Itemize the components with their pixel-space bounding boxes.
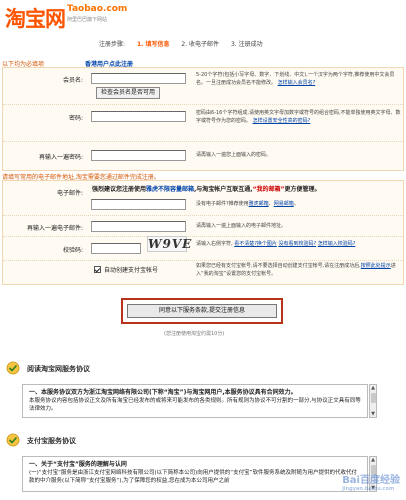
captcha-help-link[interactable]: 怎样输入校验码?	[318, 241, 356, 247]
email-block: 电子邮件: 没有电子邮件?推荐使用雅虎邮箱、网易邮箱。 再输入一遍电子邮件: 请…	[2, 180, 404, 285]
email-label: 电子邮件:	[56, 190, 83, 197]
captcha-row: 校验码: 请输入右侧字符, 看不清楚?换个图片 没有看到校验码? 怎样输入校验码…	[3, 237, 403, 261]
taobao-agreement-title: 阅读淘宝网服务协议	[27, 365, 90, 373]
scroll-up-arrow-icon[interactable]: ▲	[370, 385, 376, 391]
submit-note: (您注册使用淘宝约需10分)	[164, 331, 225, 337]
email-recommendation: 强烈建议您注册使用雅虎不限容量邮箱,与淘宝帐户互联互通,“我的邮箱”更方便管理。	[92, 186, 321, 193]
check-member-name-button[interactable]: 检查会员名是否可用	[96, 87, 161, 99]
yahoo-unlimited-link[interactable]: 雅虎不限容量邮箱	[146, 186, 194, 193]
auto-create-alipay-checkbox[interactable]	[94, 266, 101, 273]
captcha-image[interactable]: W9VE	[147, 236, 191, 252]
logo-slogan: 阿里巴巴旗下网站	[67, 17, 108, 23]
member-name-hint: 5-20个字符(包括小写字母、数字、下划线、中文),一个汉字为两个字符,推荐使用…	[196, 72, 395, 86]
member-name-label: 会员名:	[62, 77, 83, 84]
alipay-guide-link[interactable]: 按照此处提示	[361, 263, 391, 269]
taobao-agreement-scrollbar[interactable]: ▲ ▼	[369, 384, 377, 418]
password-label: 密码:	[68, 115, 83, 122]
netease-mail-link[interactable]: 网易邮箱	[274, 201, 294, 207]
agreement-check-icon	[6, 361, 20, 375]
alipay-row: 如果您已经有支付宝帐号,请不要选择自动创建支付宝帐号,请在注册成功后,按照此处提…	[3, 261, 403, 286]
step-register-success: 3. 注册成功	[230, 41, 263, 48]
member-name-help-link[interactable]: 怎样输入会员名?	[278, 80, 316, 86]
steps-prefix: 注册步骤:	[99, 41, 126, 48]
email-confirm-row: 再输入一遍电子邮件: 请再输入一遍上面输入的电子邮件地址。	[3, 216, 403, 237]
alipay-agreement-header: 支付宝服务协议	[2, 430, 404, 452]
password-confirm-label: 再输入一遍密码:	[38, 154, 83, 161]
member-name-input[interactable]	[91, 73, 186, 84]
captcha-input[interactable]	[91, 243, 141, 254]
member-name-row: 会员名: 检查会员名是否可用 5-20个字符(包括小写字母、数字、下划线、中文)…	[3, 68, 403, 105]
scroll-up-arrow-icon[interactable]: ▲	[370, 457, 376, 463]
password-hint: 密码由6-16个字符组成,请使用英文字母加数字或符号的组合密码,不能单独使用英文…	[196, 110, 401, 124]
missing-captcha-link[interactable]: 没有看到校验码?	[278, 241, 316, 247]
email-input[interactable]	[91, 199, 186, 210]
agreement-check-icon	[6, 433, 20, 447]
email-hint: 没有电子邮件?推荐使用雅虎邮箱、网易邮箱。	[196, 201, 299, 207]
taobao-agreement-text[interactable]: 一、本服务协议双方为浙江淘宝网络有限公司(下称“淘宝”)与淘宝网用户,本服务协议…	[22, 384, 368, 418]
step-receive-email: 2. 收电子邮件	[181, 41, 220, 48]
registration-steps: 注册步骤: 1. 填写信息 2. 收电子邮件 3. 注册成功	[99, 36, 401, 54]
password-confirm-input[interactable]	[91, 150, 186, 161]
yahoo-mail-link[interactable]: 雅虎邮箱	[249, 201, 269, 207]
password-confirm-row: 再输入一遍密码: 请再输入一遍您上面输入的密码。	[3, 142, 403, 171]
step-fill-info: 1. 填写信息	[136, 41, 170, 48]
site-header: 淘宝网 Taobao.com 阿里巴巴旗下网站	[0, 0, 406, 34]
agree-submit-button[interactable]: 同意以下服务条款,提交注册信息	[127, 304, 277, 318]
account-info-block: 会员名: 检查会员名是否可用 5-20个字符(包括小写字母、数字、下划线、中文)…	[2, 67, 404, 171]
captcha-hint: 请输入右侧字符, 看不清楚?换个图片 没有看到校验码? 怎样输入校验码?	[196, 241, 356, 247]
password-confirm-hint: 请再输入一遍您上面输入的密码。	[196, 152, 272, 158]
password-help-link[interactable]: 怎样设置安全性高的密码?	[253, 118, 311, 124]
logo-domain: Taobao.com	[67, 4, 128, 14]
email-confirm-input[interactable]	[91, 221, 186, 232]
alipay-agreement-title: 支付宝服务协议	[27, 437, 76, 445]
password-row: 密码: 密码由6-16个字符组成,请使用英文字母加数字或符号的组合密码,不能单独…	[3, 105, 403, 142]
password-input[interactable]	[91, 111, 186, 122]
submit-highlight-frame: 同意以下服务条款,提交注册信息	[121, 298, 283, 324]
email-confirm-label: 再输入一遍电子邮件:	[26, 225, 83, 232]
alipay-agreement-text[interactable]: 一、关于“支付宝”服务的理解与认同 (一)“支付宝”服务是由浙江支付宝网络科技有…	[22, 456, 368, 492]
taobao-logo[interactable]: 淘宝网	[5, 3, 66, 33]
taobao-agreement-header: 阅读淘宝网服务协议	[2, 358, 404, 380]
scroll-thumb[interactable]	[371, 393, 376, 403]
scroll-down-arrow-icon[interactable]: ▼	[370, 411, 376, 417]
baidu-watermark: Bai百度经验 jingyan.baidu.com	[342, 475, 400, 492]
captcha-label: 校验码:	[62, 247, 83, 254]
refresh-captcha-link[interactable]: 看不清楚?换个图片	[234, 241, 277, 247]
auto-create-alipay-label[interactable]: 自动创建支付宝帐号	[104, 265, 158, 274]
my-mailbox-text: “我的邮箱”	[252, 186, 285, 193]
email-confirm-hint: 请再输入一遍上面输入的电子邮件地址。	[196, 223, 287, 229]
alipay-hint: 如果您已经有支付宝帐号,请不要选择自动创建支付宝帐号,请在注册成功后,按照此处提…	[196, 263, 396, 277]
